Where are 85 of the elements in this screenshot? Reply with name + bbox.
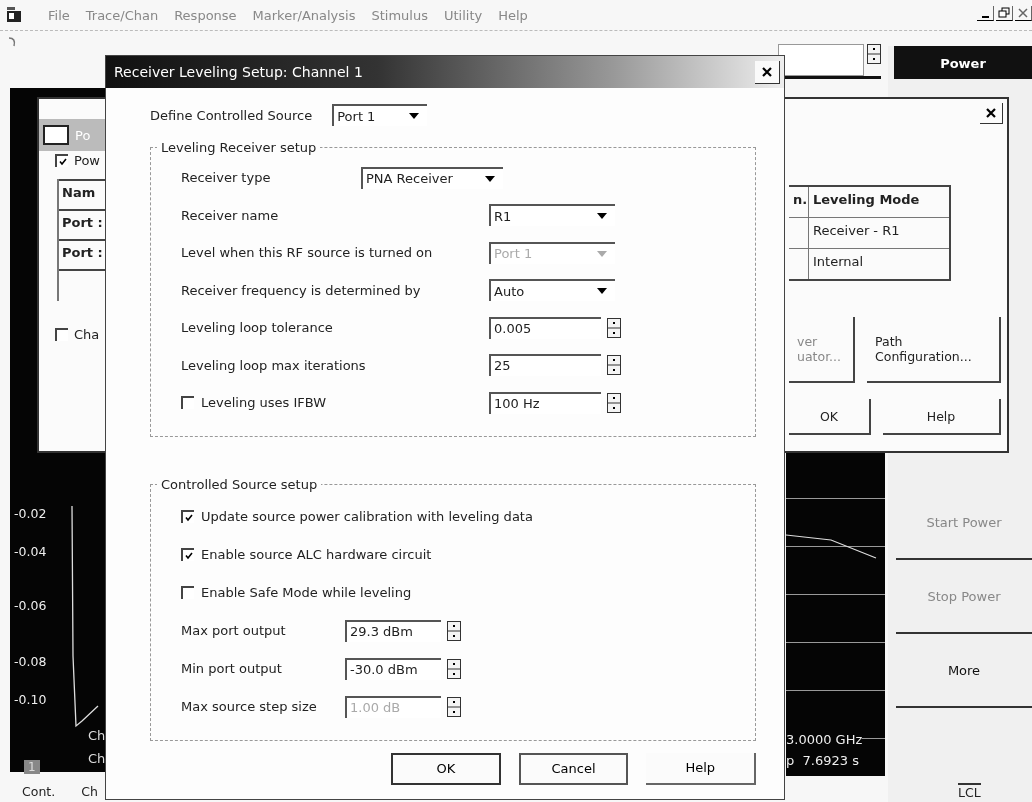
spin-button[interactable] — [447, 696, 461, 717]
spin-button[interactable] — [607, 317, 621, 338]
dialog-button[interactable]: Help — [883, 399, 1001, 435]
app-icon[interactable] — [6, 6, 22, 24]
status-text: LCL — [958, 783, 981, 800]
close-button[interactable] — [980, 103, 1003, 124]
checkbox[interactable] — [55, 154, 68, 167]
dialog-button[interactable]: Help — [646, 752, 756, 785]
undo-icon[interactable] — [6, 36, 18, 48]
caret-icon — [597, 250, 607, 257]
dropdown[interactable]: Port 1 — [332, 104, 428, 126]
table-cell: Internal — [809, 248, 949, 279]
axis-label: -0.10 — [14, 691, 47, 709]
window-title: Po — [75, 127, 91, 143]
field-label: Max source step size — [181, 699, 318, 714]
axis-label: -0.08 — [14, 653, 47, 671]
dialog-title: Receiver Leveling Setup: Channel 1 — [114, 64, 363, 80]
dialog-button[interactable]: Path Configuration... — [867, 317, 1001, 383]
dialog-button[interactable]: OK — [391, 752, 501, 785]
restore-icon — [998, 7, 1010, 19]
chart-readout: 3.0000 GHz — [786, 732, 863, 747]
caret-icon — [597, 213, 607, 220]
dropdown[interactable]: PNA Receiver — [361, 166, 503, 189]
field-label: Min port output — [181, 661, 283, 676]
channel-label: Ch — [88, 751, 106, 766]
checkbox[interactable] — [181, 510, 194, 523]
status-text: Ch — [81, 784, 98, 799]
caret-icon — [409, 113, 420, 119]
close-icon — [985, 107, 997, 119]
spin-button[interactable] — [447, 658, 461, 679]
dialog-button[interactable]: OK — [789, 399, 871, 435]
table-cell — [789, 217, 809, 248]
input-field[interactable]: 25 — [489, 354, 601, 377]
spin-button[interactable] — [607, 392, 621, 413]
caret-icon — [485, 175, 495, 182]
window-icon — [43, 125, 69, 145]
axis-label: -0.06 — [14, 597, 47, 615]
input-field[interactable] — [778, 44, 864, 76]
status-text: Cont. — [22, 784, 56, 799]
checkbox-label: Leveling uses IFBW — [201, 395, 327, 411]
checkbox-label: Enable source ALC hardware circuit — [201, 547, 432, 562]
spin-button[interactable] — [447, 620, 461, 641]
minimize-icon — [982, 16, 989, 18]
group-title: Leveling Receiver setup — [160, 140, 318, 155]
table-cell: Receiver - R1 — [809, 217, 949, 248]
checkbox-label: Enable Safe Mode while leveling — [201, 585, 412, 600]
input-field[interactable]: 0.005 — [489, 316, 601, 339]
close-icon — [1017, 7, 1029, 19]
chart-readout: p 7.6923 s — [786, 753, 860, 768]
input-field[interactable]: 29.3 dBm — [345, 619, 441, 642]
spin-button[interactable] — [607, 355, 621, 376]
dropdown[interactable]: R1 — [489, 204, 615, 227]
dropdown[interactable]: Auto — [489, 279, 615, 302]
checkbox-label: Update source power calibration with leveling data — [201, 509, 533, 524]
close-button[interactable] — [1015, 6, 1032, 21]
field-label: Receiver name — [181, 207, 279, 223]
field-label: Receiver frequency is determined by — [181, 282, 421, 298]
checkbox-label: Pow — [74, 153, 100, 168]
close-icon — [761, 65, 773, 78]
table-cell — [789, 248, 809, 279]
panel-title: Power — [894, 46, 1032, 79]
field-label: Receiver type — [181, 170, 271, 186]
checkbox-label: Cha — [74, 327, 100, 342]
caret-icon — [597, 288, 607, 295]
channel-badge: 1 — [24, 760, 40, 774]
field-label: Level when this RF source is turned on — [181, 245, 433, 261]
input-field[interactable]: 100 Hz — [489, 391, 601, 414]
dialog-button[interactable]: Cancel — [518, 752, 629, 785]
field-label: Leveling loop tolerance — [181, 320, 333, 336]
softkey-button[interactable]: More — [896, 634, 1032, 708]
column-header: Leveling Mode — [812, 191, 921, 209]
axis-label: -0.04 — [14, 543, 47, 561]
field-label: Leveling loop max iterations — [181, 357, 366, 373]
axis-label: -0.02 — [14, 505, 47, 523]
restore-button[interactable] — [996, 6, 1013, 21]
channel-label: Ch — [88, 728, 106, 743]
input-field[interactable]: -30.0 dBm — [345, 657, 441, 680]
checkbox[interactable] — [55, 328, 68, 341]
minimize-button[interactable] — [977, 6, 994, 21]
field-label: Define Controlled Source — [150, 107, 313, 123]
column-header: n. — [789, 187, 809, 217]
group-title: Controlled Source setup — [160, 476, 319, 492]
close-button[interactable] — [755, 60, 780, 84]
field-label: Max port output — [181, 623, 287, 638]
checkbox[interactable] — [181, 548, 194, 561]
